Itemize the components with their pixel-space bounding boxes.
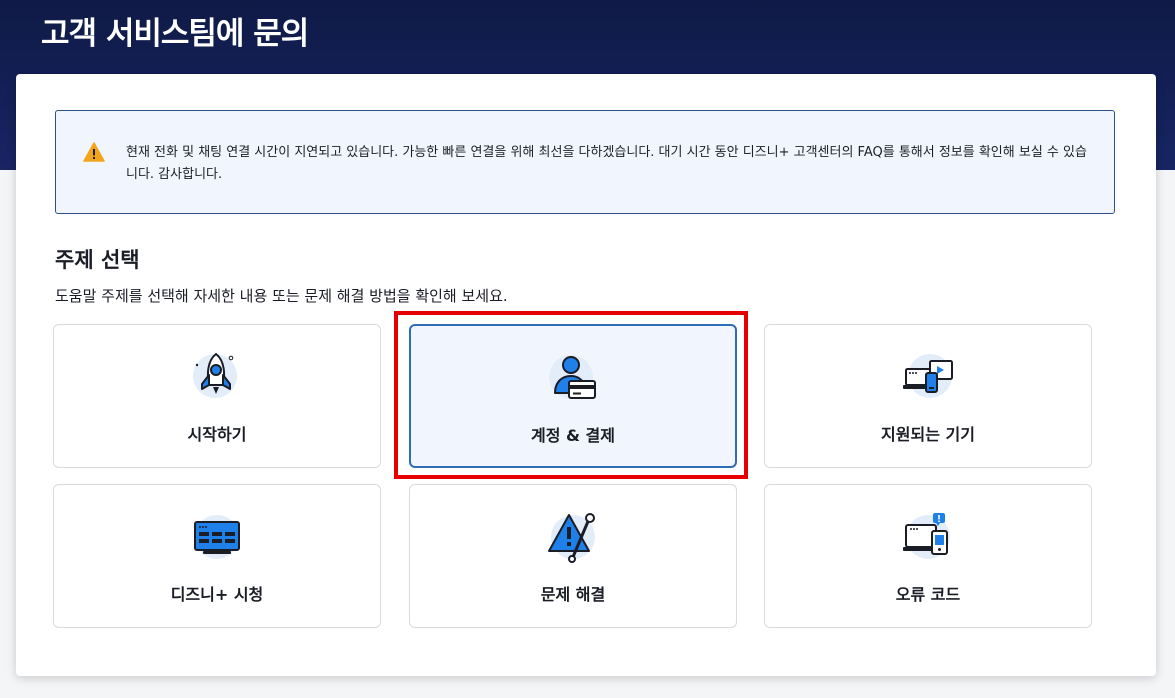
- contact-panel: 현재 전화 및 채팅 연결 시간이 지연되고 있습니다. 가능한 빠른 연결을 …: [16, 74, 1156, 676]
- topic-tile-account-billing[interactable]: 계정 & 결제: [409, 324, 737, 468]
- delay-notice: 현재 전화 및 채팅 연결 시간이 지연되고 있습니다. 가능한 빠른 연결을 …: [55, 110, 1115, 214]
- tile-label: 디즈니+ 시청: [170, 585, 264, 604]
- page-title: 고객 서비스팀에 문의: [41, 16, 309, 52]
- topic-tile-error-codes[interactable]: 오류 코드: [764, 484, 1092, 628]
- topic-tile-watch[interactable]: 디즈니+ 시청: [53, 484, 381, 628]
- error-code-icon: [903, 513, 950, 559]
- topic-tile-troubleshooting[interactable]: 문제 해결: [409, 484, 737, 628]
- rocket-icon: [193, 352, 237, 398]
- tile-label: 오류 코드: [895, 585, 961, 604]
- section-description: 도움말 주제를 선택해 자세한 내용 또는 문제 해결 방법을 확인해 보세요.: [55, 287, 508, 305]
- warning-icon: [83, 142, 105, 162]
- topic-tile-supported-devices[interactable]: 지원되는 기기: [764, 324, 1092, 468]
- topic-tile-getting-started[interactable]: 시작하기: [53, 324, 381, 468]
- tile-label: 지원되는 기기: [881, 425, 975, 444]
- notice-text: 현재 전화 및 채팅 연결 시간이 지연되고 있습니다. 가능한 빠른 연결을 …: [126, 145, 1087, 182]
- tile-label: 시작하기: [187, 425, 247, 444]
- section-title: 주제 선택: [55, 248, 140, 272]
- tv-grid-icon: [194, 515, 240, 559]
- tile-label: 계정 & 결제: [531, 426, 615, 445]
- tile-label: 문제 해결: [540, 585, 606, 604]
- devices-icon: [903, 354, 953, 398]
- troubleshoot-icon: [548, 513, 595, 563]
- account-billing-icon: [549, 355, 596, 399]
